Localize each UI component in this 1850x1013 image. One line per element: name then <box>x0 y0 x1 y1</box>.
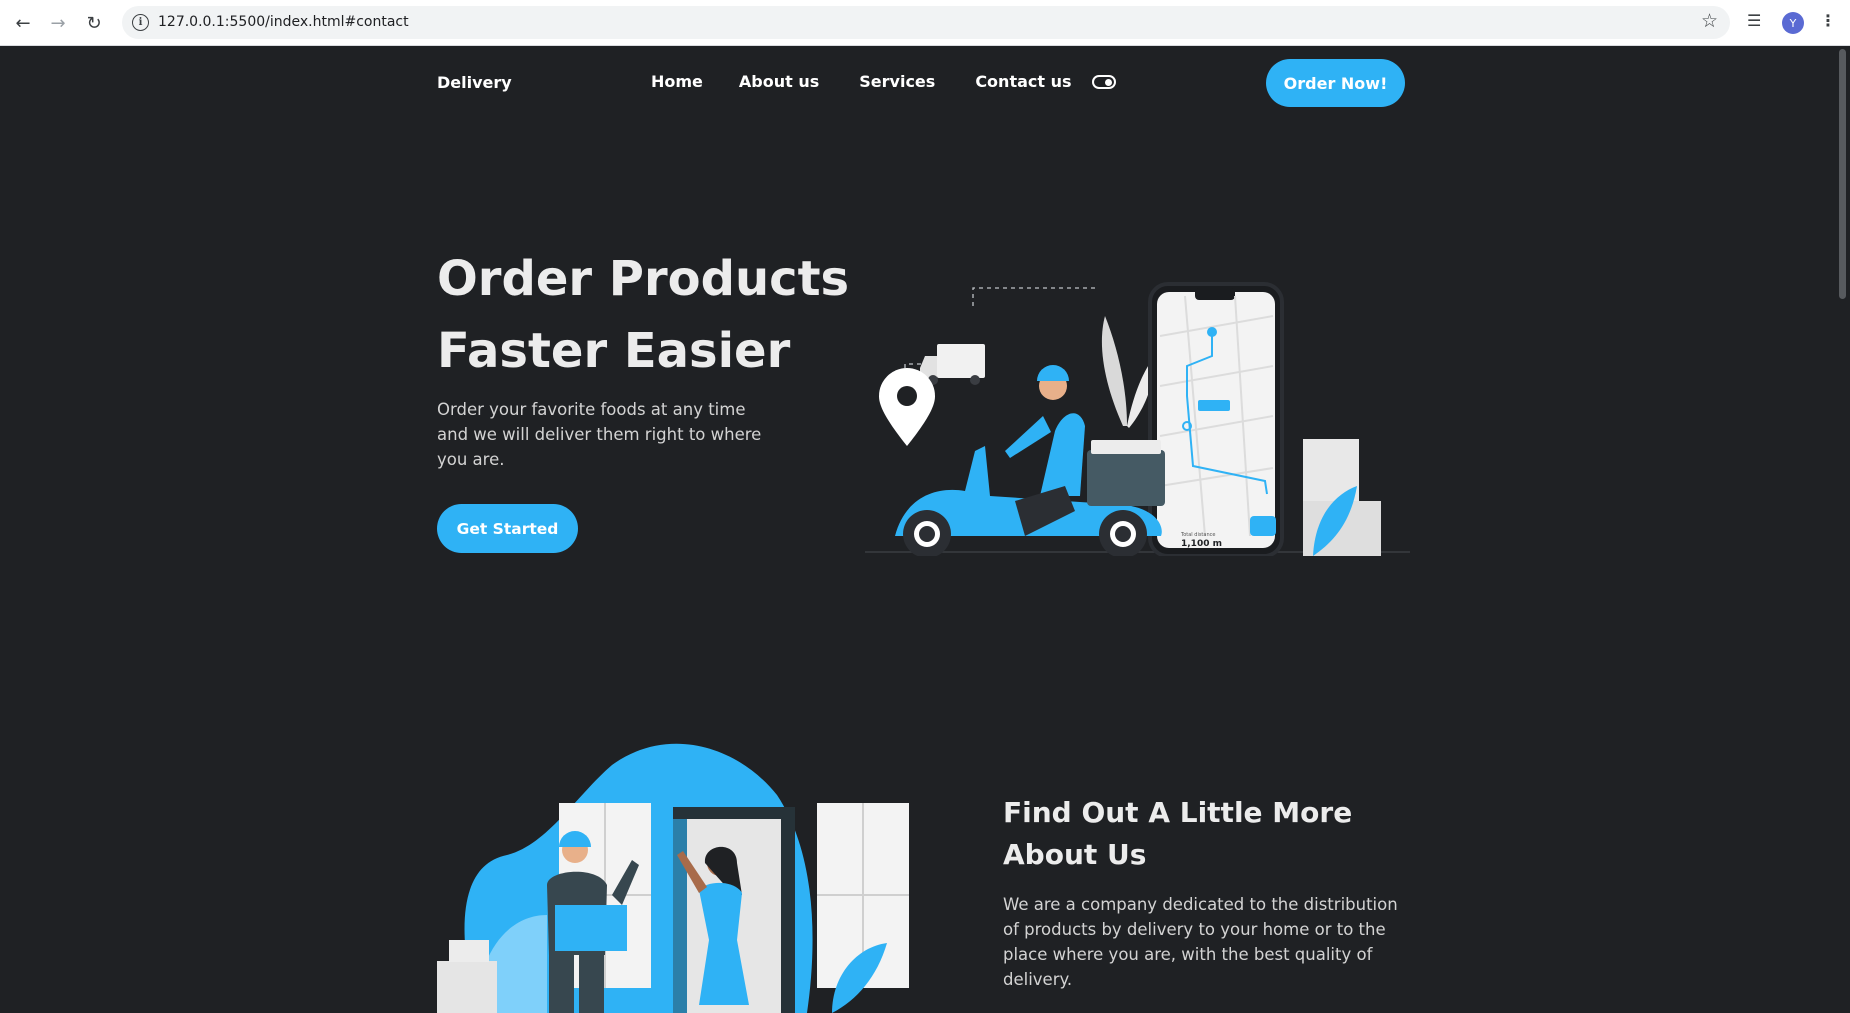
hero-title-line2: Faster Easier <box>437 323 791 379</box>
truck-icon <box>920 344 985 385</box>
page-scrollbar[interactable] <box>1835 47 1850 1013</box>
reload-icon[interactable]: ↻ <box>81 10 107 36</box>
plant-icon <box>1101 316 1155 428</box>
delivery-scooter-illustration: Total distance 1,100 m <box>865 282 1410 556</box>
hero-description: Order your favorite foods at any time an… <box>437 400 762 469</box>
location-pin-icon <box>879 368 935 446</box>
about-title: Find Out A Little More About Us <box>1003 796 1353 871</box>
hero-title-line1: Order Products <box>437 251 850 307</box>
home-delivery-illustration <box>437 743 909 1013</box>
hero-title: Order Products Faster Easier <box>437 243 857 387</box>
address-bar[interactable]: i 127.0.0.1:5500/index.html#contact ☆ <box>122 6 1730 39</box>
browser-menu-icon[interactable]: ⋮ <box>1820 11 1836 30</box>
media-control-icon[interactable]: ☰ <box>1747 11 1761 30</box>
phone-map-icon: Total distance 1,100 m <box>1148 282 1284 556</box>
nav-link-about[interactable]: About us <box>739 72 819 91</box>
forward-arrow-icon[interactable]: → <box>45 10 71 36</box>
nav-links: Home About us Services Contact us <box>651 72 1072 91</box>
phone-distance-value: 1,100 m <box>1181 539 1222 549</box>
get-started-button[interactable]: Get Started <box>437 504 578 553</box>
page: Delivery Home About us Services Contact … <box>0 47 1850 1013</box>
order-now-button[interactable]: Order Now! <box>1266 59 1405 107</box>
url-text[interactable]: 127.0.0.1:5500/index.html#contact <box>158 14 409 30</box>
site-info-icon[interactable]: i <box>132 14 149 31</box>
browser-toolbar: ← → ↻ i 127.0.0.1:5500/index.html#contac… <box>0 0 1850 46</box>
site-logo[interactable]: Delivery <box>437 73 512 92</box>
box-icon <box>437 961 497 1013</box>
theme-toggle[interactable] <box>1092 75 1116 89</box>
toggle-knob-icon <box>1105 79 1112 86</box>
nav-link-services[interactable]: Services <box>859 72 935 91</box>
back-arrow-icon[interactable]: ← <box>10 10 36 36</box>
nav-link-home[interactable]: Home <box>651 72 703 91</box>
bookmark-star-icon[interactable]: ☆ <box>1701 10 1718 32</box>
site-navbar: Delivery Home About us Services Contact … <box>0 47 1835 119</box>
about-description: We are a company dedicated to the distri… <box>1003 895 1398 989</box>
nav-link-contact[interactable]: Contact us <box>975 72 1071 91</box>
phone-distance-label: Total distance <box>1180 532 1215 538</box>
profile-avatar[interactable]: Y <box>1782 12 1804 34</box>
scrollbar-thumb[interactable] <box>1839 49 1846 299</box>
